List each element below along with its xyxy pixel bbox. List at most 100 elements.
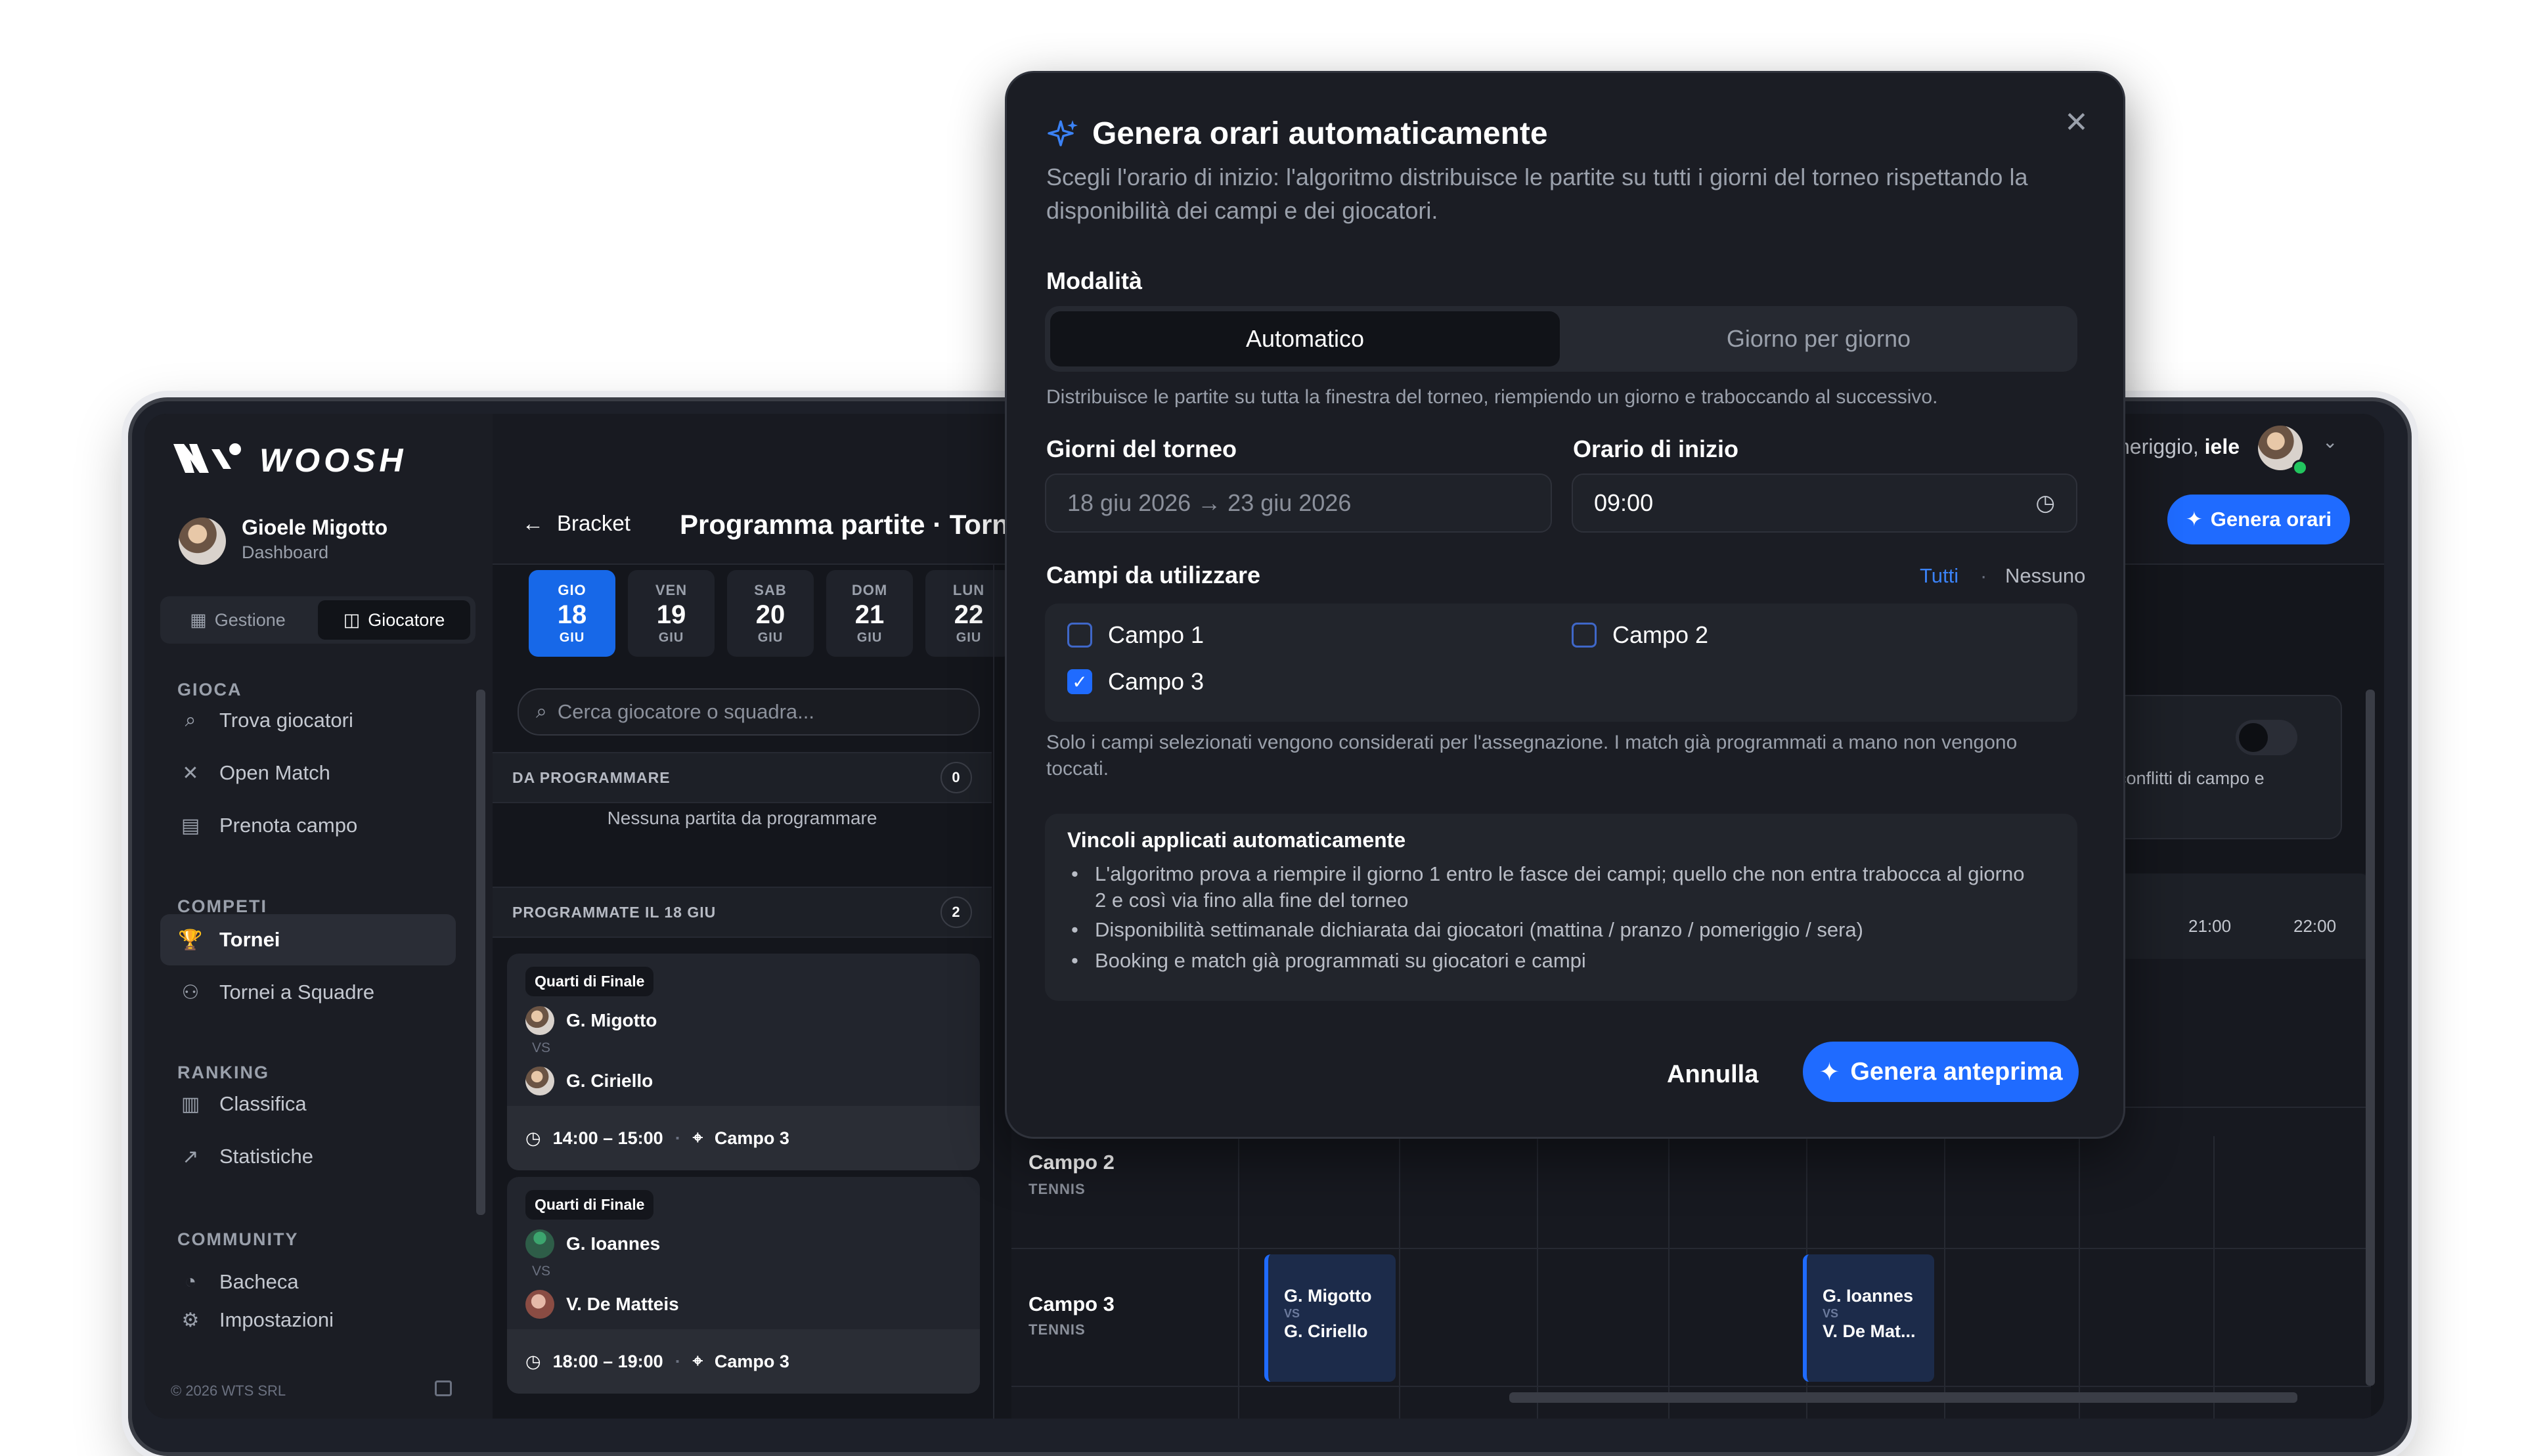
day-name: LUN <box>952 581 985 598</box>
match-time: 14:00 – 15:00 <box>552 1128 663 1148</box>
trophy-icon: 🏆 <box>178 929 203 951</box>
day-19[interactable]: VEN 19 GIU <box>628 570 715 657</box>
round-badge: Quarti di Finale <box>525 967 654 996</box>
day-18[interactable]: GIO 18 GIU <box>529 570 615 657</box>
search-icon: ⌕ <box>536 701 547 722</box>
day-number: 18 <box>557 600 587 629</box>
scheduled-count: 2 <box>940 896 972 928</box>
day-month: GIU <box>856 630 883 645</box>
day-name: GIO <box>558 581 586 598</box>
day-month: GIU <box>757 630 784 645</box>
sidebar-item-impostazioni[interactable]: ⚙ Impostazioni <box>160 1300 456 1340</box>
sidebar-item-tornei-a-squadre[interactable]: ⚇ Tornei a Squadre <box>160 967 456 1018</box>
match-footer: ◷ 14:00 – 15:00 · ⌖ Campo 3 <box>507 1106 980 1170</box>
sidebar-item-label: Bacheca <box>219 1270 299 1293</box>
close-icon[interactable]: ✕ <box>2064 106 2089 139</box>
match-footer: ◷ 18:00 – 19:00 · ⌖ Campo 3 <box>507 1329 980 1394</box>
event-player: G. Ioannes <box>1823 1286 1914 1306</box>
select-all-link[interactable]: Tutti <box>1920 564 1958 588</box>
sidebar-item-prenota-campo[interactable]: ▤ Prenota campo <box>160 800 456 851</box>
vertical-scrollbar[interactable] <box>2366 690 2375 1386</box>
crossed-rackets-icon: ✕ <box>182 762 199 784</box>
tab-giorno-per-giorno[interactable]: Giorno per giorno <box>1565 311 2072 366</box>
checkbox-label: Campo 3 <box>1108 668 1205 695</box>
mode-switch: ▦ Gestione ◫ Giocatore <box>160 596 476 644</box>
grid-icon: ▦ <box>190 609 207 630</box>
sidebar-item-statistiche[interactable]: ↗ Statistiche <box>160 1131 456 1182</box>
arrow-left-icon: ← <box>522 511 544 535</box>
day-name: SAB <box>754 581 787 598</box>
unscheduled-title: DA PROGRAMMARE <box>512 768 671 786</box>
generate-schedule-dialog: Genera orari automaticamente ✕ Scegli l'… <box>1005 71 2125 1139</box>
rules-title: Vincoli applicati automaticamente <box>1067 828 1406 852</box>
player-avatar <box>525 1229 554 1258</box>
collapse-sidebar-icon[interactable] <box>435 1380 452 1396</box>
search-icon: ⌕ <box>185 709 196 731</box>
courts-hint: Solo i campi selezionati vengono conside… <box>1046 732 2018 780</box>
generate-label: Genera orari <box>2210 508 2332 531</box>
rule-item: L'algoritmo prova a riempire il giorno 1… <box>1071 861 2041 914</box>
schedule-event[interactable]: G. Ioannes VS V. De Mat... <box>1803 1254 1934 1382</box>
trend-icon: ↗ <box>182 1145 199 1168</box>
tab-automatico[interactable]: Automatico <box>1050 311 1560 366</box>
back-label: Bracket <box>557 511 630 535</box>
mode-gestione-button[interactable]: ▦ Gestione <box>166 600 310 640</box>
court-name: Campo 2 <box>1029 1151 1115 1174</box>
days-label: Giorni del torneo <box>1046 435 1237 462</box>
day-22[interactable]: LUN 22 GIU <box>925 570 1012 657</box>
sidebar-item-classifica[interactable]: ▥ Classifica <box>160 1078 456 1130</box>
online-status-dot <box>2292 460 2308 475</box>
round-badge: Quarti di Finale <box>525 1190 654 1220</box>
sidebar-item-bacheca[interactable]: ◔ Bacheca <box>160 1262 456 1302</box>
mode-giocatore-button[interactable]: ◫ Giocatore <box>318 600 470 640</box>
day-number: 22 <box>954 600 984 629</box>
users-icon: ⚇ <box>181 981 200 1004</box>
start-time-value: 09:00 <box>1594 489 1654 516</box>
sidebar-item-trova-giocatori[interactable]: ⌕ Trova giocatori <box>160 695 456 746</box>
generate-preview-button[interactable]: ✦ Genera anteprima <box>1803 1042 2079 1102</box>
horizontal-scrollbar[interactable] <box>1509 1392 2297 1403</box>
sparkles-icon: ✦ <box>1819 1058 1840 1086</box>
sidebar-item-open-match[interactable]: ✕ Open Match <box>160 747 456 799</box>
court-1-checkbox[interactable]: Campo 1 <box>1067 621 1204 649</box>
separator-dot: · <box>1980 564 1987 587</box>
event-vs: VS <box>1823 1307 1839 1320</box>
day-number: 19 <box>656 600 686 629</box>
player-search-input[interactable]: ⌕ Cerca giocatore o squadra... <box>518 688 980 736</box>
sidebar-scrollbar[interactable] <box>476 690 485 1215</box>
woosh-logo-icon <box>173 443 241 473</box>
sparkles-icon: ✦ <box>2185 508 2203 531</box>
generate-schedule-button[interactable]: ✦ Genera orari <box>2167 495 2350 544</box>
player-name: V. De Matteis <box>566 1294 679 1314</box>
select-none-link[interactable]: Nessuno <box>2005 564 2085 588</box>
calendar-icon: ▤ <box>181 814 200 837</box>
match-card[interactable]: Quarti di Finale G. Ioannes VS V. De Mat… <box>507 1177 980 1394</box>
unscheduled-header: DA PROGRAMMARE 0 <box>493 752 992 803</box>
schedule-event[interactable]: G. Migotto VS G. Ciriello <box>1264 1254 1396 1382</box>
player-avatar <box>525 1290 554 1319</box>
court-3-checkbox[interactable]: ✓ Campo 3 <box>1067 668 1204 695</box>
dialog-title: Genera orari automaticamente <box>1092 116 1548 151</box>
day-20[interactable]: SAB 20 GIU <box>727 570 814 657</box>
dialog-description: Scegli l'orario di inizio: l'algoritmo d… <box>1046 164 2028 224</box>
rule-item: Booking e match già programmati su gioca… <box>1071 948 2041 974</box>
section-title-community: COMMUNITY <box>177 1229 299 1249</box>
sidebar-item-tornei[interactable]: 🏆 Tornei <box>160 914 456 965</box>
scheduled-header: PROGRAMMATE IL 18 GIU 2 <box>493 887 992 938</box>
match-time: 18:00 – 19:00 <box>552 1351 663 1371</box>
start-time-label: Orario di inizio <box>1573 435 1739 462</box>
conflicts-toggle[interactable] <box>2236 720 2297 755</box>
sidebar-item-label: Prenota campo <box>219 814 358 837</box>
match-card[interactable]: Quarti di Finale G. Migotto VS G. Ciriel… <box>507 954 980 1170</box>
back-to-bracket-link[interactable]: ← Bracket <box>522 511 630 536</box>
start-time-input[interactable]: 09:00 ◷ <box>1572 474 2077 533</box>
court-2-checkbox[interactable]: Campo 2 <box>1572 621 1708 649</box>
event-player: G. Ciriello <box>1284 1321 1368 1341</box>
avatar[interactable] <box>179 518 226 565</box>
day-21[interactable]: DOM 21 GIU <box>826 570 913 657</box>
cancel-button[interactable]: Annulla <box>1667 1045 1758 1104</box>
column-divider <box>993 563 994 1419</box>
confirm-label: Genera anteprima <box>1850 1057 2063 1086</box>
sidebar-item-label: Statistiche <box>219 1145 314 1168</box>
chevron-down-icon[interactable]: ⌄ <box>2322 431 2337 452</box>
